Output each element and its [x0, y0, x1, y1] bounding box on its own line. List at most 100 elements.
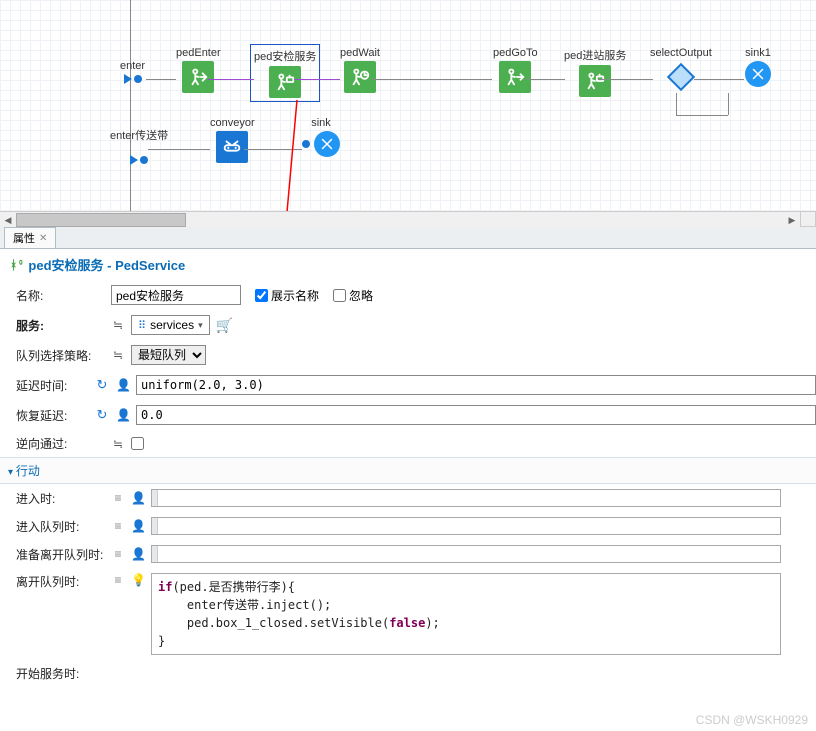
close-icon[interactable]: ✕ [39, 233, 47, 244]
pedgoto-block[interactable]: pedGoTo [493, 47, 538, 93]
code-icon[interactable]: ≡ [111, 519, 125, 533]
connector [208, 79, 254, 80]
pedservice-icon [269, 66, 301, 98]
pedstation-block[interactable]: ped进站服务 [564, 47, 626, 97]
horizontal-scrollbar[interactable]: ◀ ▶ [0, 211, 800, 227]
sink-icon [314, 131, 340, 157]
conveyor-block[interactable]: conveyor [210, 117, 255, 163]
block-label: pedGoTo [493, 47, 538, 59]
tab-properties[interactable]: 属性 ✕ [4, 227, 56, 248]
person-icon: 👤 [131, 547, 145, 561]
person-icon: 👤 [116, 408, 130, 422]
section-actions-header[interactable]: 行动 [0, 457, 816, 484]
connector [676, 93, 677, 115]
delay-input[interactable] [136, 375, 816, 395]
label-onqueueenter: 进入队列时: [16, 518, 111, 535]
pedsecurity-block-selected[interactable]: ped安检服务 [250, 44, 320, 102]
onleavequeue-code-input[interactable]: if(ped.if(ped.是否携带行李){是否携带行李){ enter传送带.… [151, 573, 781, 655]
row-onreadyleave: 准备离开队列时: ≡ 👤 [0, 540, 816, 568]
sink-block[interactable]: sink [302, 117, 340, 157]
onqueueenter-code-input[interactable] [151, 517, 781, 535]
tab-label: 属性 [13, 230, 35, 246]
code-icon[interactable]: ≡ [111, 491, 125, 505]
enter-block[interactable]: enter [120, 60, 145, 84]
cart-icon[interactable]: 🛒 [216, 317, 233, 334]
name-input[interactable] [111, 285, 241, 305]
pedwait-block[interactable]: pedWait [340, 47, 380, 93]
label-queue: 队列选择策略: [16, 347, 111, 364]
row-name: 名称: 展示名称 忽略 [0, 280, 816, 310]
equals-icon[interactable]: ≒ [111, 437, 125, 451]
person-icon: 👤 [116, 378, 130, 392]
connector [676, 115, 728, 116]
block-label: pedWait [340, 47, 380, 59]
pedwait-icon [344, 61, 376, 93]
connector [146, 79, 176, 80]
ignore-checkbox-input[interactable] [333, 289, 346, 302]
label-delay: 延迟时间: [16, 377, 94, 394]
scroll-left-icon[interactable]: ◀ [0, 212, 16, 227]
service-collection-select[interactable]: ⠿ services ▾ [131, 315, 210, 335]
flowchart-canvas[interactable]: enter pedEnter ped安检服务 pedWait pedGoTo p… [0, 0, 816, 227]
pedservice-header-icon: ᚼ⁰ [10, 258, 24, 272]
onenter-code-input[interactable] [151, 489, 781, 507]
equals-icon[interactable]: ≒ [111, 318, 125, 332]
person-icon: 👤 [131, 519, 145, 533]
code-icon[interactable]: ≡ [111, 547, 125, 561]
scrollbar-thumb[interactable] [16, 213, 186, 227]
connector [728, 93, 729, 115]
row-onqueueenter: 进入队列时: ≡ 👤 [0, 512, 816, 540]
arrow-icon [124, 74, 132, 84]
ignore-checkbox[interactable]: 忽略 [333, 287, 373, 304]
pedenter-icon [182, 61, 214, 93]
block-label: sink [311, 117, 331, 129]
sync-icon[interactable]: ↻ [94, 407, 110, 423]
block-label: enter传送带 [110, 127, 168, 143]
tab-bar: 属性 ✕ [0, 227, 816, 249]
block-label: ped进站服务 [564, 47, 626, 63]
label-reverse: 逆向通过: [16, 435, 111, 452]
connector [148, 149, 210, 150]
block-label: selectOutput [650, 47, 712, 59]
connector [694, 79, 744, 80]
person-icon: 👤 [131, 491, 145, 505]
connector [372, 79, 492, 80]
row-service: 服务: ≒ ⠿ services ▾ 🛒 [0, 310, 816, 340]
connector [525, 79, 565, 80]
showname-checkbox-input[interactable] [255, 289, 268, 302]
sync-icon[interactable]: ↻ [94, 377, 110, 393]
block-label: ped安检服务 [254, 48, 316, 64]
conveyor-icon [216, 131, 248, 163]
enterconveyor-block[interactable]: enter传送带 [110, 127, 168, 165]
showname-checkbox[interactable]: 展示名称 [255, 287, 319, 304]
reverse-checkbox[interactable] [131, 437, 144, 450]
pedservice-icon [579, 65, 611, 97]
ignore-label: 忽略 [349, 287, 373, 304]
recover-input[interactable] [136, 405, 816, 425]
scroll-right-icon[interactable]: ▶ [784, 212, 800, 227]
chevron-down-icon: ▾ [198, 320, 203, 331]
panel-header: ᚼ⁰ ped安检服务 - PedService [0, 249, 816, 280]
label-service: 服务: [16, 317, 111, 334]
port-dot [134, 75, 142, 83]
label-onenter: 进入时: [16, 490, 111, 507]
equals-icon[interactable]: ≒ [111, 348, 125, 362]
showname-label: 展示名称 [271, 287, 319, 304]
panel-title: ped安检服务 - PedService [28, 255, 185, 274]
scrollbar-corner [800, 211, 816, 227]
service-collection-value: services [150, 318, 194, 332]
selectoutput-block[interactable]: selectOutput [650, 47, 712, 93]
label-onleavequeue: 离开队列时: [16, 573, 111, 590]
guide-line [130, 0, 131, 212]
diamond-icon [667, 63, 695, 91]
row-onenter: 进入时: ≡ 👤 [0, 484, 816, 512]
code-icon[interactable]: ≡ [111, 573, 125, 587]
row-delay: 延迟时间: ↻ 👤 [0, 370, 816, 400]
collection-icon: ⠿ [138, 319, 146, 332]
onreadyleave-code-input[interactable] [151, 545, 781, 563]
sink1-block[interactable]: sink1 [745, 47, 771, 87]
connector [598, 79, 653, 80]
queue-select[interactable]: 最短队列 [131, 345, 206, 365]
label-name: 名称: [16, 287, 111, 304]
pedenter-block[interactable]: pedEnter [176, 47, 221, 93]
